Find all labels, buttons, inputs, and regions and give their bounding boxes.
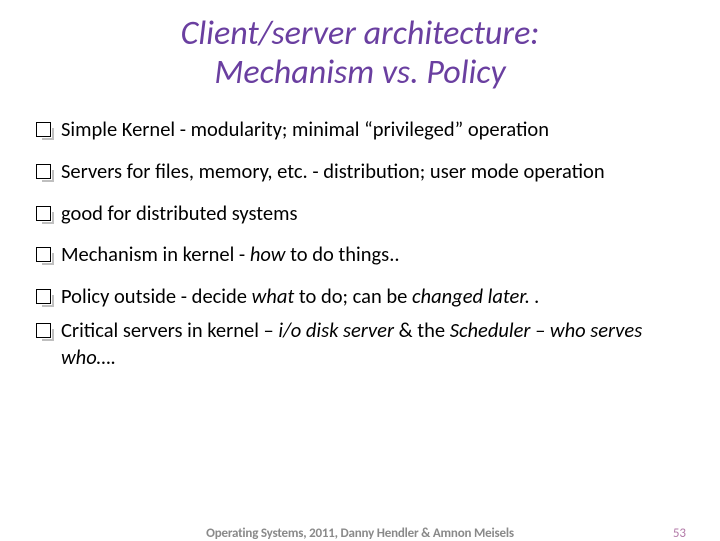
text-frag: Mechanism in kernel - — [61, 241, 250, 267]
list-item: Simple Kernel - modularity; minimal “pri… — [36, 116, 690, 144]
checkbox-bullet-icon — [36, 323, 51, 338]
text-frag: Policy outside - decide — [61, 283, 252, 309]
slide-title: Client/server architecture: Mechanism vs… — [0, 0, 720, 102]
title-line-2: Mechanism vs. Policy — [214, 52, 505, 93]
bullet-text: Policy outside - decide what to do; can … — [61, 283, 690, 311]
text-frag-em: how — [250, 241, 286, 267]
slide-body: Simple Kernel - modularity; minimal “pri… — [0, 116, 720, 372]
bullet-text: Servers for files, memory, etc. - distri… — [61, 158, 690, 186]
text-frag-em: changed later. . — [412, 283, 540, 309]
list-item: Policy outside - decide what to do; can … — [36, 283, 690, 311]
checkbox-bullet-icon — [36, 164, 51, 179]
checkbox-bullet-icon — [36, 122, 51, 137]
text-frag-em: what — [252, 283, 295, 309]
text-frag: & the — [394, 317, 450, 343]
checkbox-bullet-icon — [36, 206, 51, 221]
bullet-text: Simple Kernel - modularity; minimal “pri… — [61, 116, 690, 144]
text-frag-em: i/o disk server — [278, 317, 394, 343]
footer-text: Operating Systems, 2011, Danny Hendler &… — [0, 526, 720, 541]
text-frag: to do things.. — [285, 241, 399, 267]
bullet-text: good for distributed systems — [61, 200, 690, 228]
checkbox-bullet-icon — [36, 247, 51, 262]
list-item: Servers for files, memory, etc. - distri… — [36, 158, 690, 186]
title-line-1: Client/server architecture: — [181, 13, 540, 54]
list-item: good for distributed systems — [36, 200, 690, 228]
text-frag: to do; can be — [294, 283, 412, 309]
text-frag: Critical servers in kernel – — [61, 317, 278, 343]
checkbox-bullet-icon — [36, 289, 51, 304]
bullet-text: Critical servers in kernel – i/o disk se… — [61, 317, 690, 372]
page-number: 53 — [673, 526, 686, 541]
list-item: Mechanism in kernel - how to do things.. — [36, 241, 690, 269]
list-item: Critical servers in kernel – i/o disk se… — [36, 317, 690, 372]
bullet-text: Mechanism in kernel - how to do things.. — [61, 241, 690, 269]
